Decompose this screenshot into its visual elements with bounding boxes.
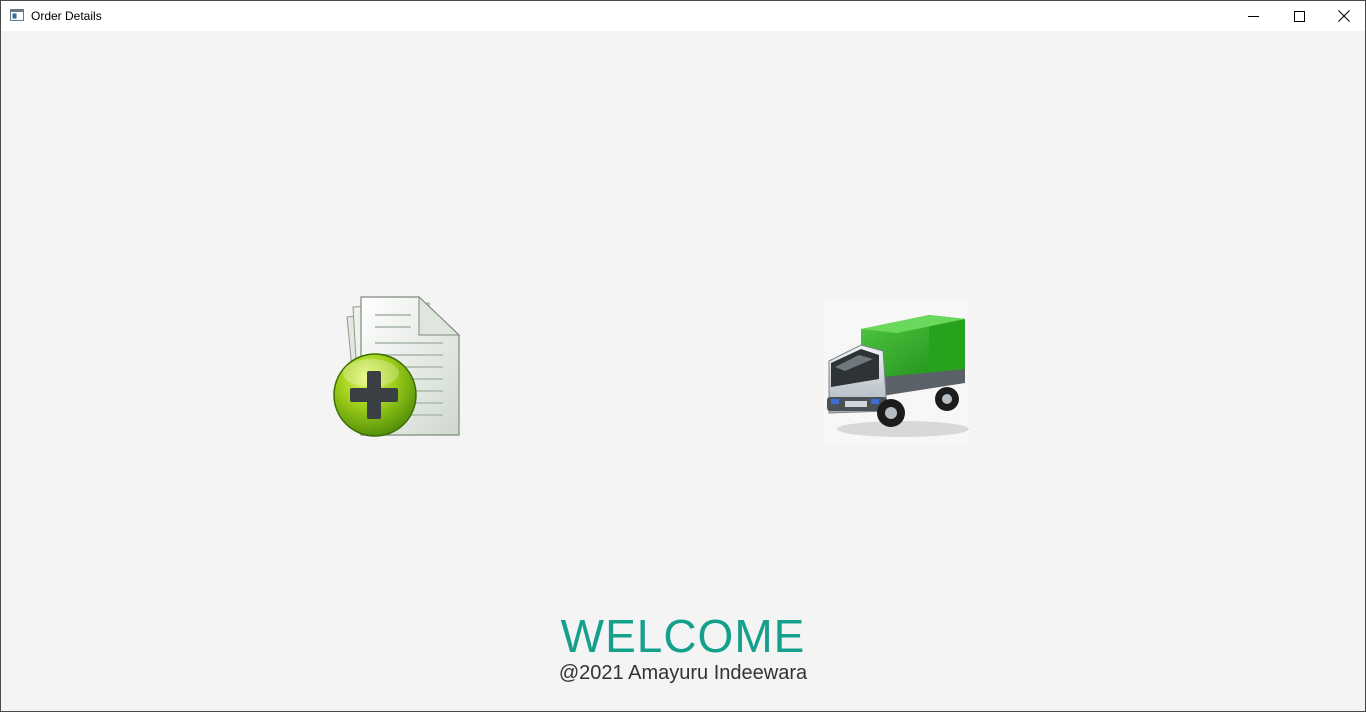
truck-icon (823, 301, 969, 445)
document-add-icon (333, 295, 461, 437)
title-bar[interactable]: Order Details (1, 1, 1365, 31)
delivery-button[interactable] (823, 301, 969, 445)
close-button[interactable] (1321, 1, 1365, 31)
maximize-icon (1293, 10, 1305, 22)
copyright-text: @2021 Amayuru Indeewara (558, 662, 808, 684)
add-order-button[interactable] (331, 293, 467, 439)
main-content: WELCOME @2021 Amayuru Indeewara (1, 31, 1365, 711)
maximize-button[interactable] (1276, 1, 1322, 31)
close-icon (1338, 10, 1350, 22)
window-title: Order Details (31, 9, 102, 23)
minimize-icon (1247, 15, 1259, 17)
app-window-icon (10, 9, 24, 21)
minimize-button[interactable] (1230, 1, 1276, 31)
app-window: Order Details WELCOME @2021 Amayuru Inde… (0, 0, 1366, 712)
welcome-heading: WELCOME (560, 610, 806, 662)
